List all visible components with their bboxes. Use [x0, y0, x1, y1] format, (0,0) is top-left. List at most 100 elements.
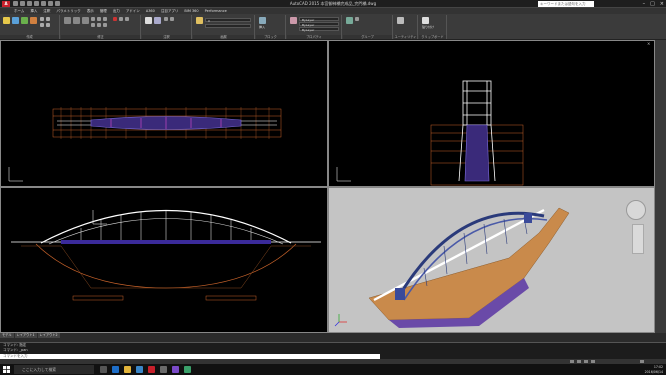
- group-modify: 修正: [61, 15, 141, 39]
- windows-taskbar: ここに入力して検索 17:02 2016/06/14: [0, 364, 666, 375]
- store-icon[interactable]: [136, 366, 143, 373]
- group-utilities: ユーティリティ: [394, 15, 418, 39]
- osnap-toggle[interactable]: [591, 360, 595, 363]
- command-history-line: コマンド: _pan: [3, 347, 28, 352]
- file-explorer-icon[interactable]: [124, 366, 131, 373]
- layout-tabs: モデル レイアウト1 レイアウト2: [0, 333, 328, 338]
- group-label: ユーティリティ: [394, 35, 417, 39]
- group-label: プロパティ: [287, 35, 341, 39]
- ortho-toggle[interactable]: [584, 360, 588, 363]
- explode-icon[interactable]: [119, 17, 123, 21]
- paste-icon[interactable]: [422, 17, 429, 24]
- group-label: 画層: [193, 35, 254, 39]
- ungroup-icon[interactable]: [355, 17, 359, 21]
- group-clipboard: 貼り付け クリップボード: [419, 15, 447, 39]
- viewport-close-icon[interactable]: ×: [647, 42, 651, 46]
- dimension-icon[interactable]: [154, 17, 161, 24]
- group-label: グループ: [343, 35, 392, 39]
- shaded-3d-drawing: [334, 207, 570, 328]
- arc-icon[interactable]: [30, 17, 37, 24]
- insert-label: 挿入: [259, 25, 266, 29]
- grid-toggle[interactable]: [577, 360, 581, 363]
- snap-toggle[interactable]: [570, 360, 574, 363]
- layer-properties-icon[interactable]: [196, 17, 203, 24]
- group-icon[interactable]: [346, 17, 353, 24]
- linetype-select[interactable]: ByLayer: [299, 22, 339, 27]
- system-clock[interactable]: 17:02 2016/06/14: [645, 365, 663, 374]
- viewport-bottom-left[interactable]: [0, 187, 328, 333]
- ucs-icon: [334, 314, 347, 327]
- windows-start-icon[interactable]: [3, 366, 10, 373]
- front-elevation-drawing: [336, 80, 524, 186]
- group-label: 注釈: [142, 35, 191, 39]
- leader-icon[interactable]: [164, 17, 168, 21]
- workspace-gear-icon[interactable]: [640, 360, 644, 363]
- move-icon[interactable]: [64, 17, 71, 24]
- mirror-icon[interactable]: [97, 17, 101, 21]
- clock-date: 2016/06/14: [644, 369, 663, 374]
- line-icon[interactable]: [3, 17, 10, 24]
- app-taskbar-icon[interactable]: [172, 366, 179, 373]
- polyline-icon[interactable]: [12, 17, 19, 24]
- lineweight-select[interactable]: ByLayer: [299, 27, 339, 32]
- ellipse-icon[interactable]: [40, 23, 44, 27]
- close-icon[interactable]: ×: [660, 1, 664, 7]
- command-window: コマンド: 指定 コマンド: _pan コマンドを入力: [0, 342, 666, 359]
- viewcube-icon[interactable]: [626, 200, 646, 220]
- window-controls: – □ ×: [643, 1, 664, 7]
- group-properties: ByLayer ByLayer ByLayer プロパティ: [287, 15, 342, 39]
- navigation-bar[interactable]: [632, 224, 644, 254]
- app-taskbar-icon[interactable]: [184, 366, 191, 373]
- group-annotation: 注釈: [142, 15, 192, 39]
- group-label: ブロック: [256, 35, 285, 39]
- drawing-scrollbar[interactable]: [655, 40, 666, 333]
- rectangle-icon[interactable]: [40, 17, 44, 21]
- ucs-icon: [8, 167, 23, 182]
- fillet-icon[interactable]: [103, 17, 107, 21]
- layer-state-select[interactable]: [205, 24, 251, 28]
- gradient-icon[interactable]: [46, 23, 50, 27]
- trim-icon[interactable]: [82, 17, 89, 24]
- scale-icon[interactable]: [97, 23, 101, 27]
- group-label: 作成: [0, 35, 59, 39]
- layer-select[interactable]: 0: [205, 18, 251, 23]
- minimize-icon[interactable]: –: [643, 1, 646, 7]
- app-taskbar-icon[interactable]: [160, 366, 167, 373]
- copy-icon[interactable]: [91, 17, 95, 21]
- edge-browser-icon[interactable]: [112, 366, 119, 373]
- tab-layout2[interactable]: レイアウト2: [37, 333, 60, 338]
- text-icon[interactable]: [145, 17, 152, 24]
- offset-icon[interactable]: [125, 17, 129, 21]
- hatch-icon[interactable]: [46, 17, 50, 21]
- table-icon[interactable]: [170, 17, 174, 21]
- measure-icon[interactable]: [397, 17, 404, 24]
- viewport-top-left[interactable]: [0, 40, 328, 187]
- viewport-top-right[interactable]: ×: [328, 40, 655, 187]
- match-properties-icon[interactable]: [290, 17, 297, 24]
- erase-icon[interactable]: [113, 17, 117, 21]
- task-view-icon[interactable]: [100, 366, 107, 373]
- group-draw: 作成: [0, 15, 60, 39]
- maximize-icon[interactable]: □: [650, 1, 655, 7]
- group-groups: グループ: [343, 15, 393, 39]
- tab-model[interactable]: モデル: [0, 333, 14, 338]
- color-select[interactable]: ByLayer: [299, 17, 339, 22]
- ribbon-panel: 作成 修正 注釈 0 画層 挿入 ブロック ByLayer ByLayer By…: [0, 14, 666, 40]
- viewport-bottom-right[interactable]: [328, 187, 655, 333]
- tab-layout1[interactable]: レイアウト1: [14, 333, 37, 338]
- array-icon[interactable]: [103, 23, 107, 27]
- stretch-icon[interactable]: [91, 23, 95, 27]
- plan-view-drawing: [8, 107, 282, 182]
- autocad-taskbar-icon[interactable]: [148, 366, 155, 373]
- paste-label: 貼り付け: [422, 25, 435, 29]
- group-layers: 0 画層: [193, 15, 255, 39]
- taskbar-search-input[interactable]: ここに入力して検索: [14, 365, 94, 374]
- insert-block-icon[interactable]: [259, 17, 266, 24]
- title-bar: A AutoCAD 2015 本宮御神橋完成品_完門橋.dwg キーワードまたは…: [0, 0, 666, 8]
- ucs-icon: [92, 210, 107, 225]
- rotate-icon[interactable]: [73, 17, 80, 24]
- help-search-input[interactable]: キーワードまたは語句を入力: [538, 1, 594, 7]
- circle-icon[interactable]: [21, 17, 28, 24]
- ucs-icon: [336, 167, 351, 182]
- group-label: クリップボード: [419, 35, 446, 39]
